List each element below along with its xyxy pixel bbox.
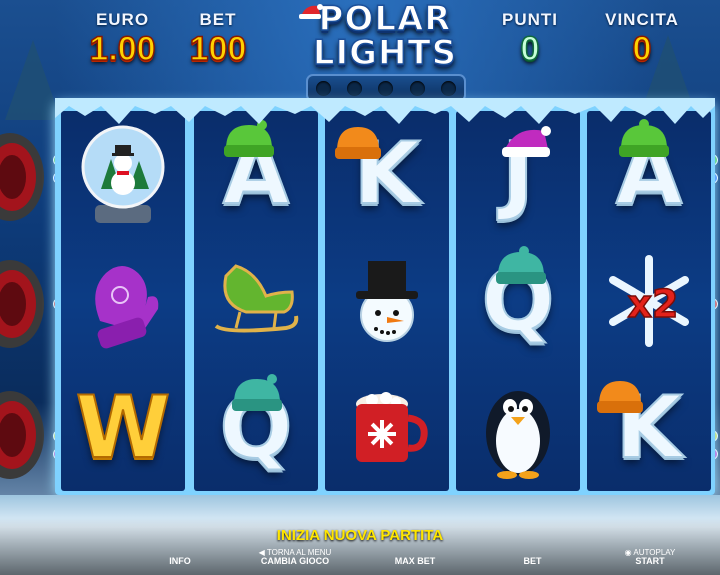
- symbol-a-2: A: [587, 111, 711, 237]
- reel-1: W: [61, 111, 185, 491]
- symbol-k-2: K: [587, 365, 711, 491]
- orange-beanie-icon: [597, 381, 643, 413]
- euro-display: EURO 1.00: [75, 10, 170, 69]
- progress-dot: [378, 80, 394, 96]
- symbol-a: A: [194, 111, 318, 237]
- symbol-q-2: Q: [456, 238, 580, 364]
- hot-cocoa-mug-icon: [356, 392, 428, 462]
- payline-speaker-left-middle: [0, 260, 44, 348]
- reel-5: A x2 K: [587, 111, 711, 491]
- orange-beanie-icon: [335, 127, 381, 159]
- win-label: VINCITA: [605, 10, 679, 29]
- teal-beanie-icon: [232, 374, 282, 411]
- payline-speaker-left-bottom: [0, 391, 44, 479]
- points-label: PUNTI: [502, 10, 558, 29]
- snowman-top-hat-icon: [356, 261, 418, 342]
- purple-santa-hat-icon: [502, 126, 551, 157]
- progress-dot: [347, 80, 363, 96]
- bet-label: BET: [199, 10, 237, 29]
- multiplier-label: x2: [628, 282, 679, 326]
- logo-line-1: POLAR: [318, 0, 452, 39]
- start-button[interactable]: ◉ AUTOPLAY START: [615, 548, 685, 575]
- symbol-snowflake-multiplier: x2: [587, 238, 711, 364]
- max-bet-label: MAX BET: [394, 556, 436, 566]
- points-display: PUNTI 0: [490, 10, 570, 69]
- symbol-k: K: [325, 111, 449, 237]
- symbol-w: W: [61, 365, 185, 491]
- symbol-j: J: [456, 111, 580, 237]
- payline-speaker-left-top: [0, 133, 44, 221]
- progress-dot: [440, 80, 456, 96]
- snow-globe-snowman-icon: [81, 125, 165, 223]
- menu-button[interactable]: ◀ TORNA AL MENU CAMBIA GIOCO: [255, 548, 335, 575]
- bet-button[interactable]: BET: [505, 548, 560, 575]
- info-label: INFO: [169, 556, 191, 566]
- snowflake-icon: x2: [609, 255, 689, 347]
- bet-display: BET 100: [178, 10, 258, 69]
- game-logo: POLAR LIGHTS: [299, 0, 470, 102]
- change-game-label: CAMBIA GIOCO: [260, 556, 330, 566]
- reel-3: K: [325, 111, 449, 491]
- green-sleigh-icon: [214, 264, 299, 333]
- header: EURO 1.00 BET 100 POLAR LIGHTS PUNTI 0 V…: [0, 0, 720, 102]
- santa-hat-icon: [299, 4, 323, 19]
- symbol-q: Q: [194, 365, 318, 491]
- reel-4: J Q: [456, 111, 580, 491]
- symbol-mitten: [61, 238, 185, 364]
- progress-dot: [316, 80, 332, 96]
- symbol-snow-globe: [61, 111, 185, 237]
- reel-frame: W A Q K J Q A x2 K: [55, 103, 715, 495]
- win-display: VINCITA 0: [592, 10, 692, 69]
- teal-beanie-icon: [496, 246, 546, 284]
- logo-line-2: LIGHTS: [312, 33, 458, 73]
- bet-value: 100: [189, 29, 247, 69]
- new-game-button[interactable]: INIZIA NUOVA PARTITA: [0, 527, 720, 544]
- icicle-trim: [55, 98, 715, 124]
- symbol-sleigh: [194, 238, 318, 364]
- start-label: START: [635, 556, 665, 566]
- progress-dot: [409, 80, 425, 96]
- symbol-cocoa: [325, 365, 449, 491]
- purple-mitten-icon: [95, 266, 159, 349]
- info-button[interactable]: INFO: [150, 548, 210, 575]
- penguin-icon: [486, 391, 550, 479]
- euro-value: 1.00: [89, 29, 157, 69]
- euro-label: EURO: [95, 10, 150, 29]
- bet-button-label: BET: [523, 556, 542, 566]
- max-bet-button[interactable]: MAX BET: [380, 548, 450, 575]
- points-value: 0: [520, 29, 540, 69]
- letter-w: W: [75, 378, 172, 478]
- win-value: 0: [632, 29, 652, 69]
- symbol-penguin: [456, 365, 580, 491]
- reel-2: A Q: [194, 111, 318, 491]
- symbol-snowman: [325, 238, 449, 364]
